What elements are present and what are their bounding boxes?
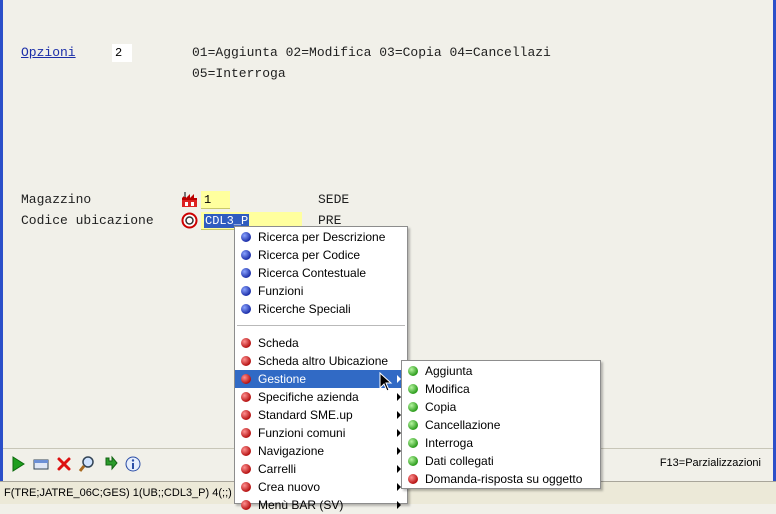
warehouse-icon[interactable] — [181, 191, 198, 208]
options-legend-line1: 01=Aggiunta 02=Modifica 03=Copia 04=Canc… — [192, 45, 551, 60]
red-bullet-icon — [408, 474, 418, 484]
green-bullet-icon — [408, 420, 418, 430]
context-menu: Ricerca per Descrizione Ricerca per Codi… — [234, 226, 408, 512]
blue-bullet-icon — [241, 268, 251, 278]
menu-item-navigazione[interactable]: Navigazione — [235, 442, 407, 460]
mouse-cursor-icon — [379, 371, 393, 392]
magazzino-label: Magazzino — [21, 192, 92, 207]
search-icon[interactable] — [78, 455, 96, 473]
opzioni-input[interactable]: 2 — [112, 44, 132, 62]
green-bullet-icon — [408, 402, 418, 412]
menu-item-funzioni[interactable]: Funzioni — [235, 282, 407, 300]
submenu-arrow-icon — [397, 501, 401, 509]
red-bullet-icon — [241, 356, 251, 366]
app-window: Opzioni 2 01=Aggiunta 02=Modifica 03=Cop… — [0, 0, 776, 512]
red-bullet-icon — [241, 482, 251, 492]
green-bullet-icon — [408, 438, 418, 448]
menu-item-menu-bar[interactable]: Menù BAR (SV) — [235, 496, 407, 514]
red-bullet-icon — [241, 374, 251, 384]
red-bullet-icon — [241, 338, 251, 348]
menu-item-carrelli[interactable]: Carrelli — [235, 460, 407, 478]
magazzino-input[interactable]: 1 — [201, 191, 230, 209]
green-bullet-icon — [408, 366, 418, 376]
f13-partialization-label[interactable]: F13=Parzializzazioni — [660, 457, 761, 469]
blue-bullet-icon — [241, 232, 251, 242]
opzioni-link[interactable]: Opzioni — [21, 45, 76, 60]
submenu-item-cancellazione[interactable]: Cancellazione — [402, 416, 600, 434]
run-icon[interactable] — [9, 455, 27, 473]
submenu-item-interroga[interactable]: Interroga — [402, 434, 600, 452]
green-bullet-icon — [408, 456, 418, 466]
menu-item-ricerca-descrizione[interactable]: Ricerca per Descrizione — [235, 228, 407, 246]
menu-item-crea-nuovo[interactable]: Crea nuovo — [235, 478, 407, 496]
info-icon[interactable] — [124, 455, 142, 473]
menu-item-standard-smeup[interactable]: Standard SME.up — [235, 406, 407, 424]
refresh-icon[interactable] — [101, 455, 119, 473]
magazzino-description: SEDE — [318, 192, 350, 207]
submenu-item-aggiunta[interactable]: Aggiunta — [402, 362, 600, 380]
red-bullet-icon — [241, 428, 251, 438]
gestione-submenu: Aggiunta Modifica Copia Cancellazione In… — [401, 360, 601, 489]
submenu-item-modifica[interactable]: Modifica — [402, 380, 600, 398]
menu-item-scheda[interactable]: Scheda — [235, 334, 407, 352]
codice-ubicazione-label: Codice ubicazione — [21, 213, 154, 228]
menu-item-ricerca-contestuale[interactable]: Ricerca Contestuale — [235, 264, 407, 282]
green-bullet-icon — [408, 384, 418, 394]
options-legend-line2: 05=Interroga — [192, 66, 286, 81]
blue-bullet-icon — [241, 250, 251, 260]
menu-separator — [237, 325, 405, 326]
red-bullet-icon — [241, 410, 251, 420]
menu-item-scheda-altro-ubicazione[interactable]: Scheda altro Ubicazione — [235, 352, 407, 370]
red-bullet-icon — [241, 446, 251, 456]
menu-item-ricerca-codice[interactable]: Ricerca per Codice — [235, 246, 407, 264]
location-icon[interactable] — [181, 212, 198, 229]
window-icon[interactable] — [32, 455, 50, 473]
cancel-icon[interactable] — [55, 455, 73, 473]
blue-bullet-icon — [241, 304, 251, 314]
red-bullet-icon — [241, 500, 251, 510]
blue-bullet-icon — [241, 286, 251, 296]
red-bullet-icon — [241, 392, 251, 402]
submenu-item-domanda-risposta[interactable]: Domanda-risposta su oggetto — [402, 470, 600, 488]
menu-item-ricerche-speciali[interactable]: Ricerche Speciali — [235, 300, 407, 318]
menu-item-funzioni-comuni[interactable]: Funzioni comuni — [235, 424, 407, 442]
submenu-item-copia[interactable]: Copia — [402, 398, 600, 416]
red-bullet-icon — [241, 464, 251, 474]
submenu-item-dati-collegati[interactable]: Dati collegati — [402, 452, 600, 470]
